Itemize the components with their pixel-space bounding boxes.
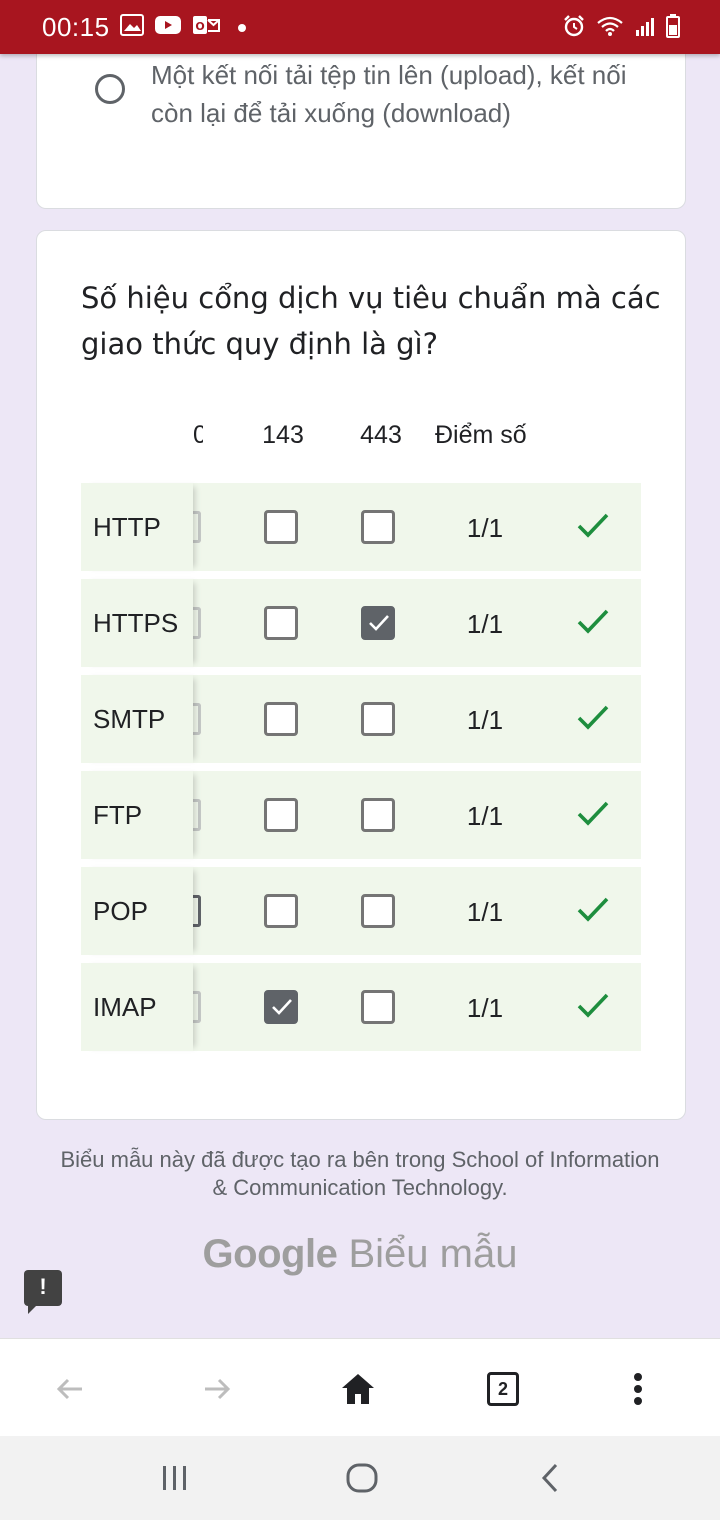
grid-row-smtp: SMTP 1/1 <box>81 675 641 763</box>
checkbox-ftp-443[interactable] <box>361 798 395 832</box>
column-header-score: Điểm số <box>435 421 527 449</box>
checkbox-http-143[interactable] <box>264 510 298 544</box>
row-label: POP <box>93 896 148 926</box>
report-icon: ! <box>39 1274 47 1299</box>
youtube-icon <box>154 14 182 41</box>
recents-icon[interactable] <box>153 1458 197 1498</box>
clipped-checkbox[interactable] <box>193 511 201 543</box>
signal-icon <box>634 15 656 42</box>
column-header-143: 143 <box>262 421 304 449</box>
previous-question-card: Một kết nối tải tệp tin lên (upload), kế… <box>36 40 686 209</box>
row-label-cell: IMAP <box>81 963 193 1051</box>
notification-dot <box>238 23 246 32</box>
correct-check-icon <box>575 893 611 930</box>
correct-check-icon <box>575 797 611 834</box>
status-time: 00:15 <box>42 12 110 42</box>
checkbox-ftp-143[interactable] <box>264 798 298 832</box>
option-label: Một kết nối tải tệp tin lên (upload), kế… <box>151 60 627 128</box>
row-label: HTTPS <box>93 608 179 638</box>
home-circle-icon[interactable] <box>340 1458 384 1498</box>
row-score: 1/1 <box>466 513 504 543</box>
back-chevron-icon[interactable] <box>528 1458 572 1498</box>
grid-row-ftp: FTP 1/1 <box>81 771 641 859</box>
grid-header: 0 143 443 Điểm số <box>81 421 641 461</box>
row-label: FTP <box>93 800 143 830</box>
back-arrow-icon[interactable] <box>48 1367 92 1411</box>
column-header-443: 443 <box>360 421 402 449</box>
brand-forms: Biểu mẫu <box>348 1232 518 1276</box>
checkbox-https-443[interactable] <box>361 606 395 640</box>
status-bar: 00:15 O <box>0 0 720 54</box>
row-score: 1/1 <box>466 705 504 735</box>
more-icon[interactable] <box>616 1367 660 1411</box>
clipped-checkbox[interactable] <box>193 895 201 927</box>
battery-icon <box>666 14 680 43</box>
row-label-cell: HTTP <box>81 483 193 571</box>
grid-row-pop: POP 1/1 <box>81 867 641 955</box>
correct-check-icon <box>575 509 611 546</box>
home-icon[interactable] <box>336 1367 380 1411</box>
row-score: 1/1 <box>466 897 504 927</box>
clipped-checkbox[interactable] <box>193 607 201 639</box>
grid-row-https: HTTPS 1/1 <box>81 579 641 667</box>
report-abuse-button[interactable]: ! <box>24 1270 62 1314</box>
tabs-icon[interactable]: 2 <box>481 1367 525 1411</box>
row-score: 1/1 <box>466 801 504 831</box>
row-label-cell: FTP <box>81 771 193 859</box>
row-score: 1/1 <box>466 993 504 1023</box>
checkbox-pop-143[interactable] <box>264 894 298 928</box>
clipped-checkbox[interactable] <box>193 991 201 1023</box>
row-label: IMAP <box>93 992 157 1022</box>
system-nav-bar <box>0 1436 720 1520</box>
checkbox-imap-143[interactable] <box>264 990 298 1024</box>
correct-check-icon <box>575 701 611 738</box>
brand-google: Google <box>202 1232 338 1276</box>
column-header-clipped: 0 <box>193 421 203 449</box>
wifi-icon <box>596 15 624 42</box>
row-label: HTTP <box>93 512 161 542</box>
grid-row-imap: IMAP 1/1 <box>81 963 641 1051</box>
gallery-icon <box>120 14 144 41</box>
grid-row-http: HTTP 1/1 <box>81 483 641 571</box>
checkbox-http-443[interactable] <box>361 510 395 544</box>
grid-rows: HTTP 1/1 HTTPS 1/1 SMTP 1/1 FTP 1/1 POP 1/1 IMAP 1/… <box>81 483 641 1059</box>
question-card: Số hiệu cổng dịch vụ tiêu chuẩn mà các g… <box>36 230 686 1120</box>
correct-check-icon <box>575 989 611 1026</box>
row-label: SMTP <box>93 704 166 734</box>
correct-check-icon <box>575 605 611 642</box>
checkbox-smtp-143[interactable] <box>264 702 298 736</box>
form-footer-text: Biểu mẫu này đã được tạo ra bên trong Sc… <box>60 1147 660 1200</box>
checkbox-smtp-443[interactable] <box>361 702 395 736</box>
clipped-checkbox[interactable] <box>193 703 201 735</box>
tab-count: 2 <box>487 1372 519 1406</box>
checkbox-pop-443[interactable] <box>361 894 395 928</box>
row-score: 1/1 <box>466 609 504 639</box>
row-label-cell: SMTP <box>81 675 193 763</box>
forward-arrow-icon[interactable] <box>195 1367 239 1411</box>
svg-text:O: O <box>195 20 204 33</box>
alarm-icon <box>562 14 586 43</box>
question-title: Số hiệu cổng dịch vụ tiêu chuẩn mà các g… <box>81 281 661 361</box>
option-radio[interactable] <box>95 74 125 104</box>
row-label-cell: POP <box>81 867 193 955</box>
browser-toolbar: 2 <box>0 1338 720 1437</box>
outlook-icon: O <box>192 14 220 41</box>
row-label-cell: HTTPS <box>81 579 193 667</box>
checkbox-https-143[interactable] <box>264 606 298 640</box>
clipped-checkbox[interactable] <box>193 799 201 831</box>
checkbox-imap-443[interactable] <box>361 990 395 1024</box>
google-forms-logo[interactable]: Google Biểu mẫu <box>160 1232 560 1277</box>
